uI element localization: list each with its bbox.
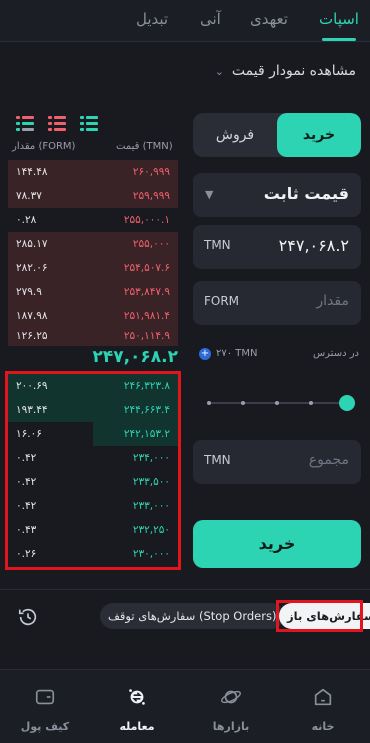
slider-step[interactable]: [207, 401, 211, 405]
sell-order-row[interactable]: ۲۷۹.۹ ۲۵۳,۸۴۷.۹: [8, 280, 178, 304]
nav-label: معامله: [119, 720, 155, 733]
available-value: ۲۷۰ TMN: [216, 348, 258, 359]
amount-placeholder: مقدار: [316, 293, 349, 309]
amount-field[interactable]: FORM مقدار: [193, 281, 361, 325]
available-label: در دسترس: [312, 348, 359, 359]
active-tab-indicator: [322, 38, 356, 41]
order-qty: ۱۴۴.۴۸: [16, 166, 48, 178]
highlight-box-open-orders: [276, 600, 363, 632]
planet-icon: [221, 690, 241, 704]
nav-wallet[interactable]: کیف پول: [15, 686, 75, 733]
order-qty: ۲۷۹.۹: [16, 286, 42, 298]
sell-order-row[interactable]: ۲۸۵.۱۷ ۲۵۵,۰۰۰: [8, 232, 178, 256]
book-buys-icon[interactable]: [80, 115, 98, 131]
order-qty: ۲۸۵.۱۷: [16, 238, 48, 250]
order-qty: ۱۸۷.۹۸: [16, 310, 48, 322]
order-price: ۲۶۰,۹۹۹: [132, 166, 170, 178]
slider-step[interactable]: [275, 401, 279, 405]
buy-sell-switch: فروش خرید: [193, 113, 361, 157]
order-book-qty-header: مقدار (FORM): [12, 141, 76, 152]
order-book-view-toggle: [16, 115, 98, 131]
submit-buy-button[interactable]: خرید: [193, 520, 361, 568]
sell-order-row[interactable]: ۰.۲۸ ۲۵۵,۰۰۰.۱: [8, 208, 178, 232]
price-field[interactable]: TMN ۲۴۷,۰۶۸.۲: [193, 225, 361, 269]
nav-label: کیف پول: [20, 720, 70, 733]
total-unit: TMN: [204, 453, 231, 467]
nav-trade[interactable]: معامله: [107, 686, 167, 733]
book-both-icon[interactable]: [16, 115, 34, 131]
home-icon: [314, 688, 332, 706]
order-type-select[interactable]: ▼ قیمت ثابت: [193, 173, 361, 217]
sell-order-row[interactable]: ۱۴۴.۴۸ ۲۶۰,۹۹۹: [8, 160, 178, 184]
order-price: ۲۵۰,۱۱۴.۹: [123, 330, 170, 342]
book-sells-icon[interactable]: [48, 115, 66, 131]
order-price: ۲۵۴,۵۰۷.۶: [123, 262, 170, 274]
deposit-plus-icon[interactable]: +: [199, 348, 211, 360]
order-book-price-header: قیمت (TMN): [116, 141, 173, 152]
slider-step[interactable]: [241, 401, 245, 405]
nav-home[interactable]: خانه: [293, 686, 353, 733]
order-price: ۲۵۱,۹۸۱.۴: [123, 310, 170, 322]
tab-spot[interactable]: اسپات: [319, 10, 359, 28]
amount-unit: FORM: [204, 294, 240, 308]
nav-label: خانه: [311, 720, 335, 733]
sell-order-row[interactable]: ۱۲۶.۲۵ ۲۵۰,۱۱۴.۹: [8, 328, 178, 346]
sell-tab[interactable]: فروش: [193, 113, 277, 157]
buy-tab[interactable]: خرید: [277, 113, 361, 157]
sell-order-row[interactable]: ۱۸۷.۹۸ ۲۵۱,۹۸۱.۴: [8, 304, 178, 328]
tab-convert[interactable]: تبدیل: [136, 10, 168, 28]
tab-margin[interactable]: تعهدی: [250, 10, 288, 28]
stop-orders-tab[interactable]: سفارش‌های توقف (Stop Orders): [100, 603, 285, 629]
last-trade-price: ۲۴۷,۰۶۸.۲: [92, 347, 178, 367]
slider-step[interactable]: [309, 401, 313, 405]
order-price: ۲۵۳,۸۴۷.۹: [123, 286, 170, 298]
divider: [0, 589, 370, 590]
price-unit: TMN: [204, 238, 231, 252]
chart-link-label: مشاهده نمودار قیمت: [231, 63, 356, 79]
price-value: ۲۴۷,۰۶۸.۲: [278, 236, 349, 255]
order-qty: ۰.۲۸: [16, 214, 37, 226]
order-qty: ۷۸.۳۷: [16, 190, 42, 202]
nav-label: بازارها: [212, 720, 250, 733]
order-history-icon[interactable]: [17, 606, 39, 628]
sell-order-row[interactable]: ۷۸.۳۷ ۲۵۹,۹۹۹: [8, 184, 178, 208]
chevron-down-icon: ▼: [205, 188, 214, 201]
order-qty: ۲۸۲.۰۶: [16, 262, 48, 274]
order-qty: ۱۲۶.۲۵: [16, 330, 48, 342]
view-price-chart-link[interactable]: مشاهده نمودار قیمت ⌄: [215, 63, 356, 79]
chevron-down-icon: ⌄: [214, 64, 224, 78]
total-field[interactable]: TMN مجموع: [193, 440, 361, 484]
order-price: ۲۵۹,۹۹۹: [132, 190, 170, 202]
sell-order-row[interactable]: ۲۸۲.۰۶ ۲۵۴,۵۰۷.۶: [8, 256, 178, 280]
trade-icon: [129, 689, 145, 705]
tab-instant[interactable]: آنی: [200, 10, 221, 28]
order-price: ۲۵۵,۰۰۰.۱: [123, 214, 170, 226]
top-tab-bar: اسپات تعهدی آنی تبدیل: [0, 0, 370, 42]
wallet-icon: [35, 689, 55, 705]
amount-slider-handle[interactable]: [339, 395, 355, 411]
bottom-navigation: خانه بازارها معامله کیف پول: [0, 669, 370, 743]
order-type-value: قیمت ثابت: [263, 184, 349, 203]
order-price: ۲۵۵,۰۰۰: [132, 238, 170, 250]
highlight-box-buy-orders: [5, 371, 181, 570]
nav-markets[interactable]: بازارها: [201, 686, 261, 733]
total-placeholder: مجموع: [308, 452, 349, 468]
